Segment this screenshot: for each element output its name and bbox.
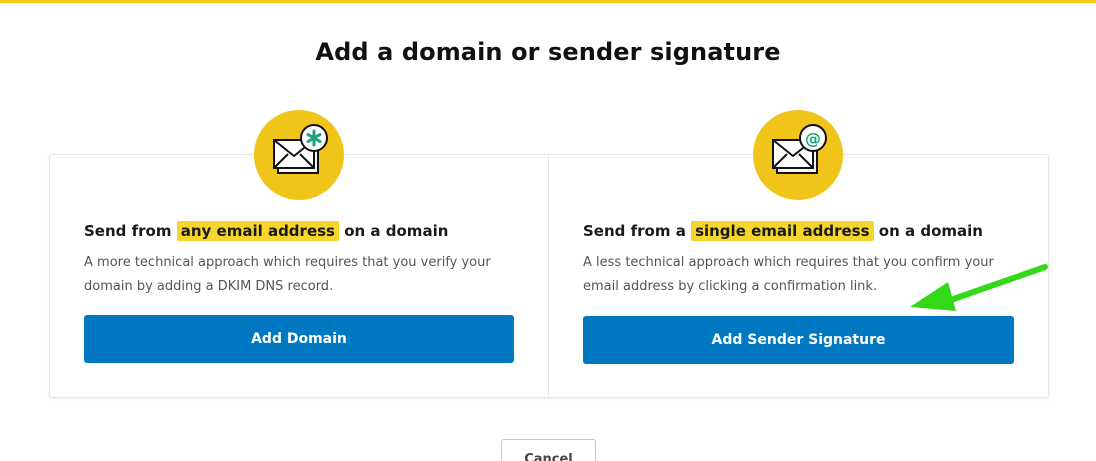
envelope-at-icon: @	[753, 110, 843, 200]
options-divider	[548, 156, 549, 396]
option-domain-description-line2: domain by adding a DKIM DNS record.	[84, 279, 334, 294]
green-arrow-icon	[900, 260, 1060, 334]
option-domain-heading-highlight: any email address	[176, 221, 339, 241]
option-signature-heading: Send from a single email address on a do…	[583, 220, 983, 242]
option-signature-heading-suffix: on a domain	[878, 222, 983, 240]
option-domain-heading-prefix: Send from	[84, 222, 172, 240]
option-domain-description-line1: A more technical approach which requires…	[84, 255, 491, 270]
page-title: Add a domain or sender signature	[315, 38, 781, 66]
cancel-button[interactable]: Cancel	[501, 439, 596, 461]
option-domain-description: A more technical approach which requires…	[84, 251, 524, 299]
top-accent-bar	[0, 0, 1096, 3]
envelope-asterisk-icon	[254, 110, 344, 200]
svg-text:@: @	[805, 129, 821, 148]
option-signature-heading-highlight: single email address	[691, 221, 874, 241]
option-domain-heading-suffix: on a domain	[344, 222, 449, 240]
option-domain-heading: Send from any email address on a domain	[84, 220, 448, 242]
option-signature-heading-prefix: Send from a	[583, 222, 686, 240]
add-domain-button[interactable]: Add Domain	[84, 315, 514, 363]
